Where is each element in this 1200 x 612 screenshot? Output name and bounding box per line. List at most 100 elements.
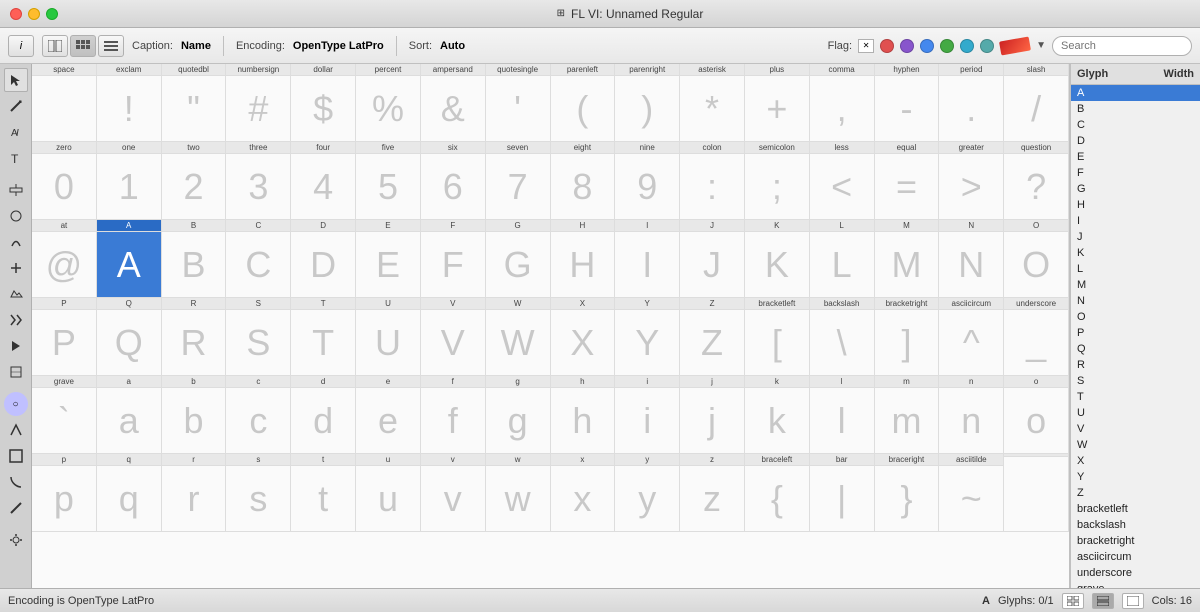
glyph-cell-c[interactable]: cc	[226, 376, 291, 454]
color-green[interactable]	[940, 39, 954, 53]
select-tool[interactable]	[4, 68, 28, 92]
glyph-cell-X[interactable]: XX	[551, 298, 616, 376]
glyph-cell-f[interactable]: ff	[421, 376, 486, 454]
glyph-list-item-grave[interactable]: grave	[1071, 581, 1200, 588]
color-purple[interactable]	[900, 39, 914, 53]
glyph-list-item-backslash[interactable]: backslash	[1071, 517, 1200, 533]
glyph-cell-one[interactable]: one1	[97, 142, 162, 220]
glyph-cell-equal[interactable]: equal=	[875, 142, 940, 220]
glyph-cell-n[interactable]: nn	[939, 376, 1004, 454]
view-grid-button[interactable]	[70, 35, 96, 57]
tool-3[interactable]: AI	[4, 120, 28, 144]
glyph-cell-s[interactable]: ss	[226, 454, 291, 532]
glyph-cell-hyphen[interactable]: hyphen-	[875, 64, 940, 142]
glyph-cell-M[interactable]: MM	[875, 220, 940, 298]
search-input[interactable]	[1052, 36, 1192, 56]
glyph-list-item-T[interactable]: T	[1071, 389, 1200, 405]
glyph-cell-v[interactable]: vv	[421, 454, 486, 532]
glyph-cell-parenright[interactable]: parenright)	[615, 64, 680, 142]
glyph-list-item-X[interactable]: X	[1071, 453, 1200, 469]
glyph-list-item-A[interactable]: A	[1071, 85, 1200, 101]
maximize-button[interactable]	[46, 8, 58, 20]
glyph-cell-z[interactable]: zz	[680, 454, 745, 532]
glyph-cell-exclam[interactable]: exclam!	[97, 64, 162, 142]
tool-circle[interactable]: ○	[4, 392, 28, 416]
color-red[interactable]	[880, 39, 894, 53]
view-half-button[interactable]	[42, 35, 68, 57]
glyph-cell-S[interactable]: SS	[226, 298, 291, 376]
glyph-list-item-bracketleft[interactable]: bracketleft	[1071, 501, 1200, 517]
glyph-cell-greater[interactable]: greater>	[939, 142, 1004, 220]
glyph-cell-u[interactable]: uu	[356, 454, 421, 532]
glyph-list-item-Z[interactable]: Z	[1071, 485, 1200, 501]
glyph-cell-I[interactable]: II	[615, 220, 680, 298]
glyph-cell-Z[interactable]: ZZ	[680, 298, 745, 376]
glyph-cell-G[interactable]: GG	[486, 220, 551, 298]
glyph-cell-B[interactable]: BB	[162, 220, 227, 298]
glyph-cell-bracketright[interactable]: bracketright]	[875, 298, 940, 376]
glyph-cell-asterisk[interactable]: asterisk*	[680, 64, 745, 142]
text-tool[interactable]: T	[4, 146, 28, 170]
tool-7[interactable]	[4, 230, 28, 254]
glyph-list-item-I[interactable]: I	[1071, 213, 1200, 229]
glyph-cell-six[interactable]: six6	[421, 142, 486, 220]
glyph-cell-seven[interactable]: seven7	[486, 142, 551, 220]
view-medium-button[interactable]	[1092, 593, 1114, 609]
glyph-cell-w[interactable]: ww	[486, 454, 551, 532]
glyph-cell-P[interactable]: PP	[32, 298, 97, 376]
view-large-button[interactable]	[1122, 593, 1144, 609]
tool-10[interactable]	[4, 308, 28, 332]
glyph-cell-numbersign[interactable]: numbersign#	[226, 64, 291, 142]
glyph-list-item-underscore[interactable]: underscore	[1071, 565, 1200, 581]
glyph-cell-F[interactable]: FF	[421, 220, 486, 298]
glyph-list-item-Y[interactable]: Y	[1071, 469, 1200, 485]
view-list-button[interactable]	[98, 35, 124, 57]
glyph-list-item-H[interactable]: H	[1071, 197, 1200, 213]
glyph-cell-J[interactable]: JJ	[680, 220, 745, 298]
glyph-cell-U[interactable]: UU	[356, 298, 421, 376]
glyph-cell-eight[interactable]: eight8	[551, 142, 616, 220]
glyph-cell-E[interactable]: EE	[356, 220, 421, 298]
glyph-cell-at[interactable]: at@	[32, 220, 97, 298]
tool-14[interactable]	[4, 444, 28, 468]
glyph-cell-Y[interactable]: YY	[615, 298, 680, 376]
tool-settings[interactable]	[4, 528, 28, 552]
glyph-cell-a[interactable]: aa	[97, 376, 162, 454]
glyph-cell-H[interactable]: HH	[551, 220, 616, 298]
tool-13[interactable]	[4, 418, 28, 442]
glyph-cell-T[interactable]: TT	[291, 298, 356, 376]
glyph-cell-underscore[interactable]: underscore_	[1004, 298, 1069, 376]
glyph-cell-colon[interactable]: colon:	[680, 142, 745, 220]
glyph-list-item-asciicircum[interactable]: asciicircum	[1071, 549, 1200, 565]
glyph-list-item-E[interactable]: E	[1071, 149, 1200, 165]
glyph-cell-C[interactable]: CC	[226, 220, 291, 298]
glyph-list-item-Q[interactable]: Q	[1071, 341, 1200, 357]
glyph-cell-q[interactable]: qq	[97, 454, 162, 532]
glyph-cell-W[interactable]: WW	[486, 298, 551, 376]
tool-16[interactable]	[4, 496, 28, 520]
glyph-cell-parenleft[interactable]: parenleft(	[551, 64, 616, 142]
glyph-cell-nine[interactable]: nine9	[615, 142, 680, 220]
glyph-list-item-C[interactable]: C	[1071, 117, 1200, 133]
glyph-list-item-bracketright[interactable]: bracketright	[1071, 533, 1200, 549]
glyph-cell-ampersand[interactable]: ampersand&	[421, 64, 486, 142]
glyph-cell-quotesingle[interactable]: quotesingle'	[486, 64, 551, 142]
glyph-cell-two[interactable]: two2	[162, 142, 227, 220]
minimize-button[interactable]	[28, 8, 40, 20]
glyph-cell-j[interactable]: jj	[680, 376, 745, 454]
glyph-cell-backslash[interactable]: backslash\	[810, 298, 875, 376]
glyph-cell-bar[interactable]: bar|	[810, 454, 875, 532]
glyph-cell-percent[interactable]: percent%	[356, 64, 421, 142]
glyph-cell-four[interactable]: four4	[291, 142, 356, 220]
tool-9[interactable]	[4, 282, 28, 306]
glyph-cell-o[interactable]: oo	[1004, 376, 1069, 454]
glyph-cell-g[interactable]: gg	[486, 376, 551, 454]
glyph-cell-period[interactable]: period.	[939, 64, 1004, 142]
glyph-cell-l[interactable]: ll	[810, 376, 875, 454]
tool-2[interactable]	[4, 94, 28, 118]
glyph-cell-N[interactable]: NN	[939, 220, 1004, 298]
glyph-cell-comma[interactable]: comma,	[810, 64, 875, 142]
tool-12[interactable]	[4, 360, 28, 384]
glyph-cell-braceright[interactable]: braceright}	[875, 454, 940, 532]
color-dropdown-arrow[interactable]: ▼	[1036, 40, 1046, 51]
